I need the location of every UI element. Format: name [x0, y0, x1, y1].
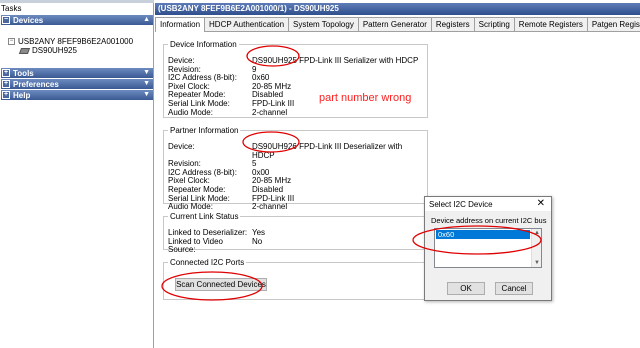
annotation-circle — [412, 225, 542, 255]
annotation-circle — [246, 45, 300, 67]
annotation-overlay — [161, 45, 542, 301]
annotation-circle — [161, 271, 263, 301]
annotation-circle — [242, 131, 300, 153]
